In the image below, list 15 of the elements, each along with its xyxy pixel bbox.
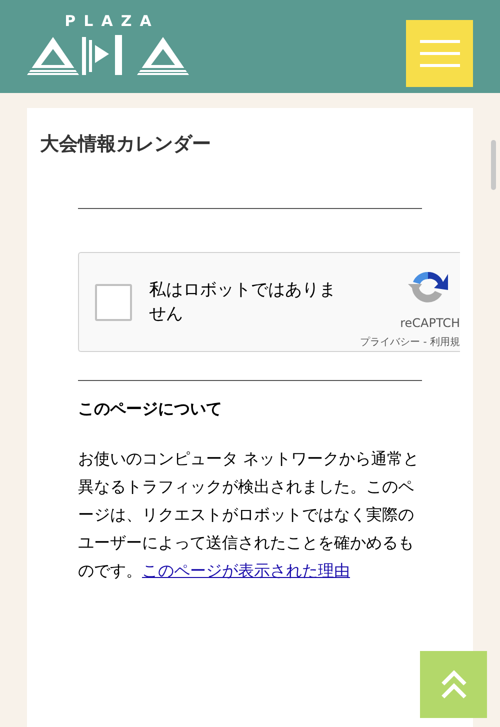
explanation-paragraph: お使いのコンピュータ ネットワークから通常と異なるトラフィックが検出されました。このページは、リクエストがロボットではなく実際のユーザーによって送信されたことを確かめるものです。このページが表示された理由	[78, 448, 420, 582]
double-chevron-up-icon	[440, 670, 468, 700]
back-to-top-button[interactable]	[420, 651, 487, 718]
logo-icon	[27, 35, 189, 77]
menu-icon	[420, 40, 460, 67]
logo-text: PLAZA	[64, 12, 160, 30]
menu-button[interactable]	[406, 20, 473, 87]
page-title: 大会情報カレンダー	[40, 132, 212, 157]
checkbox[interactable]	[95, 284, 132, 320]
captcha-label: 私はロボットではありません	[149, 279, 337, 326]
reason-link[interactable]: このページが表示された理由	[142, 561, 350, 580]
recaptcha-label: reCAPTCH	[400, 316, 460, 330]
privacy-terms-links[interactable]: プライバシー - 利用規	[360, 334, 460, 348]
scrollbar[interactable]	[491, 140, 496, 190]
section-heading: このページについて	[78, 398, 223, 420]
